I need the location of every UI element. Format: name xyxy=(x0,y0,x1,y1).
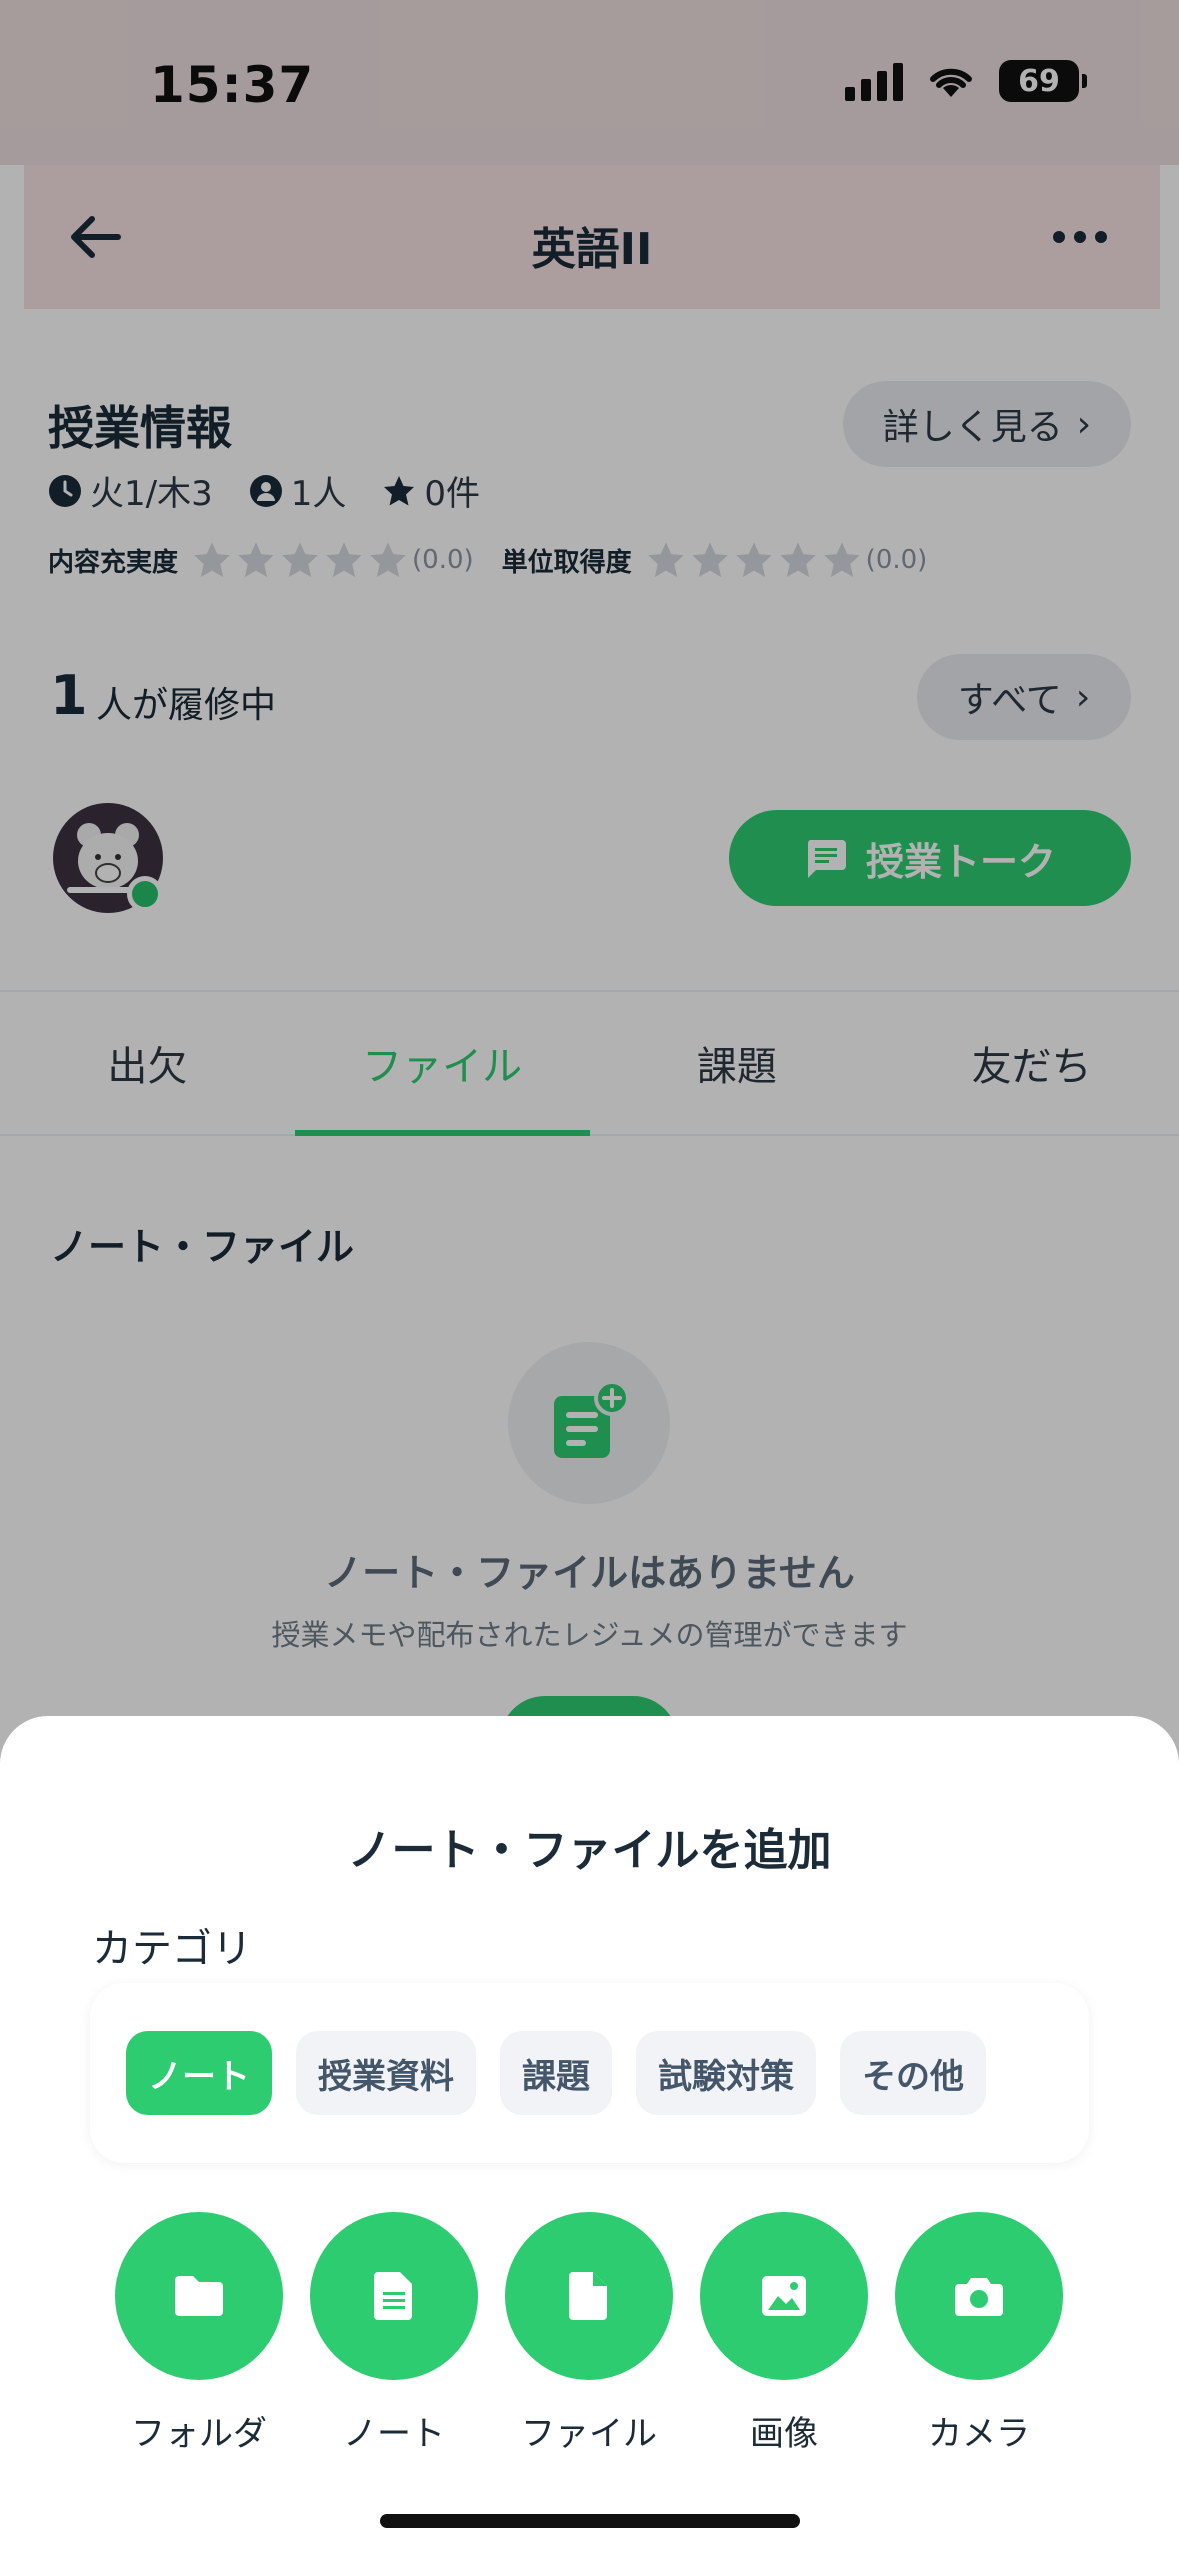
camera-icon xyxy=(955,2278,1003,2316)
action-label: カメラ xyxy=(928,2414,1030,2454)
add-actions: フォルダ ノート ファイル 画像 カメラ xyxy=(115,2212,1063,2455)
action-circle xyxy=(895,2212,1063,2380)
file-icon xyxy=(569,2272,607,2320)
category-chip-assignment[interactable]: 課題 xyxy=(500,2031,612,2115)
action-circle xyxy=(310,2212,478,2380)
add-image-button[interactable]: 画像 xyxy=(700,2212,868,2455)
action-circle xyxy=(115,2212,283,2380)
add-folder-button[interactable]: フォルダ xyxy=(115,2212,283,2455)
sheet-title: ノート・ファイルを追加 xyxy=(347,1825,832,1876)
action-circle xyxy=(700,2212,868,2380)
add-note-button[interactable]: ノート xyxy=(310,2212,478,2455)
action-label: ファイル xyxy=(521,2414,657,2454)
category-chip-exam[interactable]: 試験対策 xyxy=(636,2031,816,2115)
category-chip-materials[interactable]: 授業資料 xyxy=(296,2031,476,2115)
action-label: ノート xyxy=(343,2414,445,2454)
category-chip-other[interactable]: その他 xyxy=(840,2031,986,2115)
home-indicator xyxy=(380,2514,800,2528)
action-label: 画像 xyxy=(750,2414,818,2454)
category-label: カテゴリ xyxy=(92,1926,252,1972)
category-selector: ノート 授業資料 課題 試験対策 その他 xyxy=(90,1983,1089,2163)
action-circle xyxy=(505,2212,673,2380)
note-icon xyxy=(374,2272,412,2320)
image-icon xyxy=(762,2276,806,2316)
folder-icon xyxy=(175,2276,223,2316)
add-file-sheet: ノート・ファイルを追加 カテゴリ ノート 授業資料 課題 試験対策 その他 フォ… xyxy=(0,1716,1179,2556)
add-camera-button[interactable]: カメラ xyxy=(895,2212,1063,2455)
category-chip-note[interactable]: ノート xyxy=(126,2031,272,2115)
action-label: フォルダ xyxy=(131,2414,267,2454)
add-file-button[interactable]: ファイル xyxy=(505,2212,673,2455)
